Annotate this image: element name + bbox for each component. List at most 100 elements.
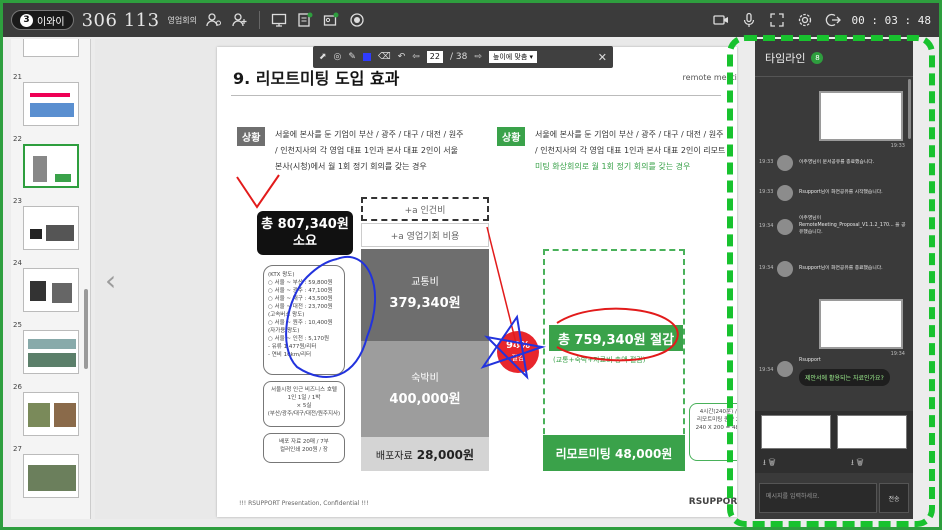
camera-icon[interactable]: [712, 11, 730, 29]
slide-thumbnail-active[interactable]: 22: [13, 135, 83, 188]
close-toolbar-icon[interactable]: ✕: [598, 51, 607, 64]
next-page-icon[interactable]: ⇨: [474, 52, 482, 62]
pen-icon[interactable]: ✎: [348, 52, 356, 62]
lodging-cost-block: 숙박비 400,000원: [361, 341, 489, 437]
slide-thumbnail-list: 21 22 23 24 25 26 27: [11, 39, 91, 519]
hotel-note-line: (부산/광주/대구/대전/원주지사): [267, 411, 341, 417]
slide-thumbnail[interactable]: 27: [13, 445, 83, 498]
right-desc-line: / 인천지사의 각 영업 대표 1인과 본사 대표 2인이 리모트: [535, 146, 726, 155]
detail-line: - 연비 10km/리터: [268, 352, 312, 358]
right-description: 서울에 본사를 둔 기업이 부산 / 광주 / 대구 / 대전 / 원주 / 인…: [535, 127, 735, 175]
lodging-label: 숙박비: [411, 373, 439, 384]
opportunity-cost-box: +a 영업기회 비용: [361, 223, 489, 247]
screen-icon: [777, 261, 793, 277]
thumbnail-scrollbar[interactable]: [84, 289, 88, 369]
thumbnail-number: 25: [13, 321, 22, 329]
timeline-thumb-time: 19:33: [890, 143, 905, 149]
microphone-icon[interactable]: [740, 11, 758, 29]
entry-time: 19:33: [759, 159, 774, 165]
fit-select[interactable]: 높이에 맞춤 ▾: [488, 51, 538, 63]
screen-icon: [777, 185, 793, 201]
current-slide: 9. 리모트미팅 도입 효과 remote meeting 상황 서울에 본사를…: [217, 47, 737, 517]
hotel-note-line: × 5실: [296, 403, 312, 409]
hotel-note-line: 1인 1일 / 1박: [287, 395, 321, 401]
document-icon: [777, 155, 793, 171]
handout-label: 배포자료: [375, 450, 413, 462]
right-desc-line: 미팅 화상회의로 월 1회 정기 회의를 갖는 경우: [535, 162, 691, 171]
color-swatch-icon[interactable]: [362, 53, 371, 61]
slide-thumbnail[interactable]: 23: [13, 197, 83, 250]
send-button[interactable]: 전송: [879, 483, 909, 513]
screen-share-icon[interactable]: [270, 11, 288, 29]
left-desc-line: 서울에 본사를 둔 기업이 부산 / 광주 / 대구 / 대전 / 원주: [275, 130, 464, 139]
slide-title-prefix: 9. 리모트미팅: [233, 69, 335, 88]
remote-note-line: 4시간(240분) / 1회의: [699, 409, 737, 415]
download-icon[interactable]: ⭳ 🗑: [851, 457, 864, 471]
previous-slide-icon[interactable]: ‹: [105, 264, 116, 297]
hotel-note-box: 서울시청 인근 비즈니스 호텔 1인 1일 / 1박 × 5실 (부산/광주/대…: [263, 381, 345, 427]
whiteboard-icon[interactable]: [322, 11, 340, 29]
remote-note-line: 리모트미팅 종량 200원 /: [696, 417, 737, 423]
participants-label: 이와이: [37, 16, 65, 28]
timeline-screenshot-thumb[interactable]: [819, 91, 903, 141]
exit-icon[interactable]: [824, 11, 842, 29]
shared-file-thumb[interactable]: [837, 415, 907, 449]
slide-footer: !!! RSUPPORT Presentation, Confidential …: [239, 500, 369, 507]
entry-text: 이주영님이 문서공유를 종료했습니다.: [799, 160, 875, 165]
slide-title-bold: 도입 효과: [334, 69, 400, 88]
slide-thumbnail[interactable]: 25: [13, 321, 83, 374]
timeline-title: 타임라인: [765, 51, 806, 65]
chat-input[interactable]: 메시지를 입력하세요.: [759, 483, 877, 513]
slide-thumbnail[interactable]: 24: [13, 259, 83, 312]
total-cost-value: 총 807,340원: [261, 217, 349, 232]
record-icon[interactable]: [348, 11, 366, 29]
slide-thumbnail[interactable]: 26: [13, 383, 83, 436]
download-icon[interactable]: ⭳ 🗑: [763, 457, 776, 471]
chat-user: Rsupport: [799, 358, 821, 363]
fullscreen-icon[interactable]: [768, 11, 786, 29]
timeline-screenshot-thumb[interactable]: [819, 299, 903, 349]
document-share-icon[interactable]: [296, 11, 314, 29]
settings-icon[interactable]: [796, 11, 814, 29]
app-window: 3 이와이 306 113 영업회의 00: 03: 48 21 22 23…: [0, 0, 942, 530]
user-settings-icon[interactable]: [205, 11, 223, 29]
chat-message: 제안서에 활용되는 자료인가요?: [799, 369, 890, 386]
print-note-line: 컬러인쇄 200원 / 장: [280, 447, 328, 453]
laser-icon[interactable]: ◎: [334, 52, 342, 62]
eraser-icon[interactable]: ⌫: [378, 52, 391, 62]
thumbnail-number: 24: [13, 259, 22, 267]
lodging-value: 400,000원: [389, 392, 461, 407]
detail-line: (자가용 왕도): [268, 328, 300, 334]
right-situation-tag: 상황: [497, 127, 526, 146]
remote-meeting-cost-bar: 리모트미팅 48,000원: [543, 435, 685, 471]
shared-file-thumb[interactable]: [761, 415, 831, 449]
hotel-note-line: 서울시청 인근 비즈니스 호텔: [271, 387, 337, 393]
chat-time: 19:34: [759, 367, 774, 373]
shared-files-strip: ⭳ 🗑 ⭳ 🗑: [755, 411, 913, 473]
left-situation-tag: 상황: [237, 127, 266, 146]
left-description: 서울에 본사를 둔 기업이 부산 / 광주 / 대구 / 대전 / 원주 / 인…: [275, 127, 485, 175]
timeline-scrollbar[interactable]: [908, 79, 911, 139]
thumbnail-number: 22: [13, 135, 22, 143]
right-desc-line: 서울에 본사를 둔 기업이 부산 / 광주 / 대구 / 대전 / 원주: [535, 130, 724, 139]
participants-badge[interactable]: 3 이와이: [11, 10, 74, 30]
total-cost-label: 소요: [293, 234, 317, 249]
page-number-input[interactable]: 22: [426, 51, 443, 63]
saving-percent-sub: 절감: [511, 354, 525, 362]
detail-line: ○ 서울 ~ 광주 : 47,100원: [268, 288, 333, 294]
entry-text: 이주영님이 RemoteMeeting_Proposal_V1.1.2_170.…: [799, 216, 906, 235]
entry-time: 19:34: [759, 265, 774, 271]
slide-thumbnail[interactable]: [13, 39, 83, 57]
invite-user-icon[interactable]: [231, 11, 249, 29]
undo-icon[interactable]: ↶: [398, 52, 406, 62]
print-note-line: 배포 자료 20매 / 7부: [279, 439, 329, 445]
transport-cost-block: 교통비 379,340원: [361, 249, 489, 341]
left-desc-line: / 인천지사의 각 영업 대표 1인과 본사 대표 2인이 서울: [275, 146, 458, 155]
pointer-icon[interactable]: ⬈: [319, 52, 327, 62]
detail-line: ○ 서울 ~ 대전 : 23,700원: [268, 304, 333, 310]
room-name: 영업회의: [167, 15, 197, 25]
prev-page-icon[interactable]: ⇦: [412, 52, 420, 62]
thumbnail-number: 26: [13, 383, 22, 391]
transport-label: 교통비: [411, 277, 439, 288]
slide-thumbnail[interactable]: 21: [13, 73, 83, 126]
